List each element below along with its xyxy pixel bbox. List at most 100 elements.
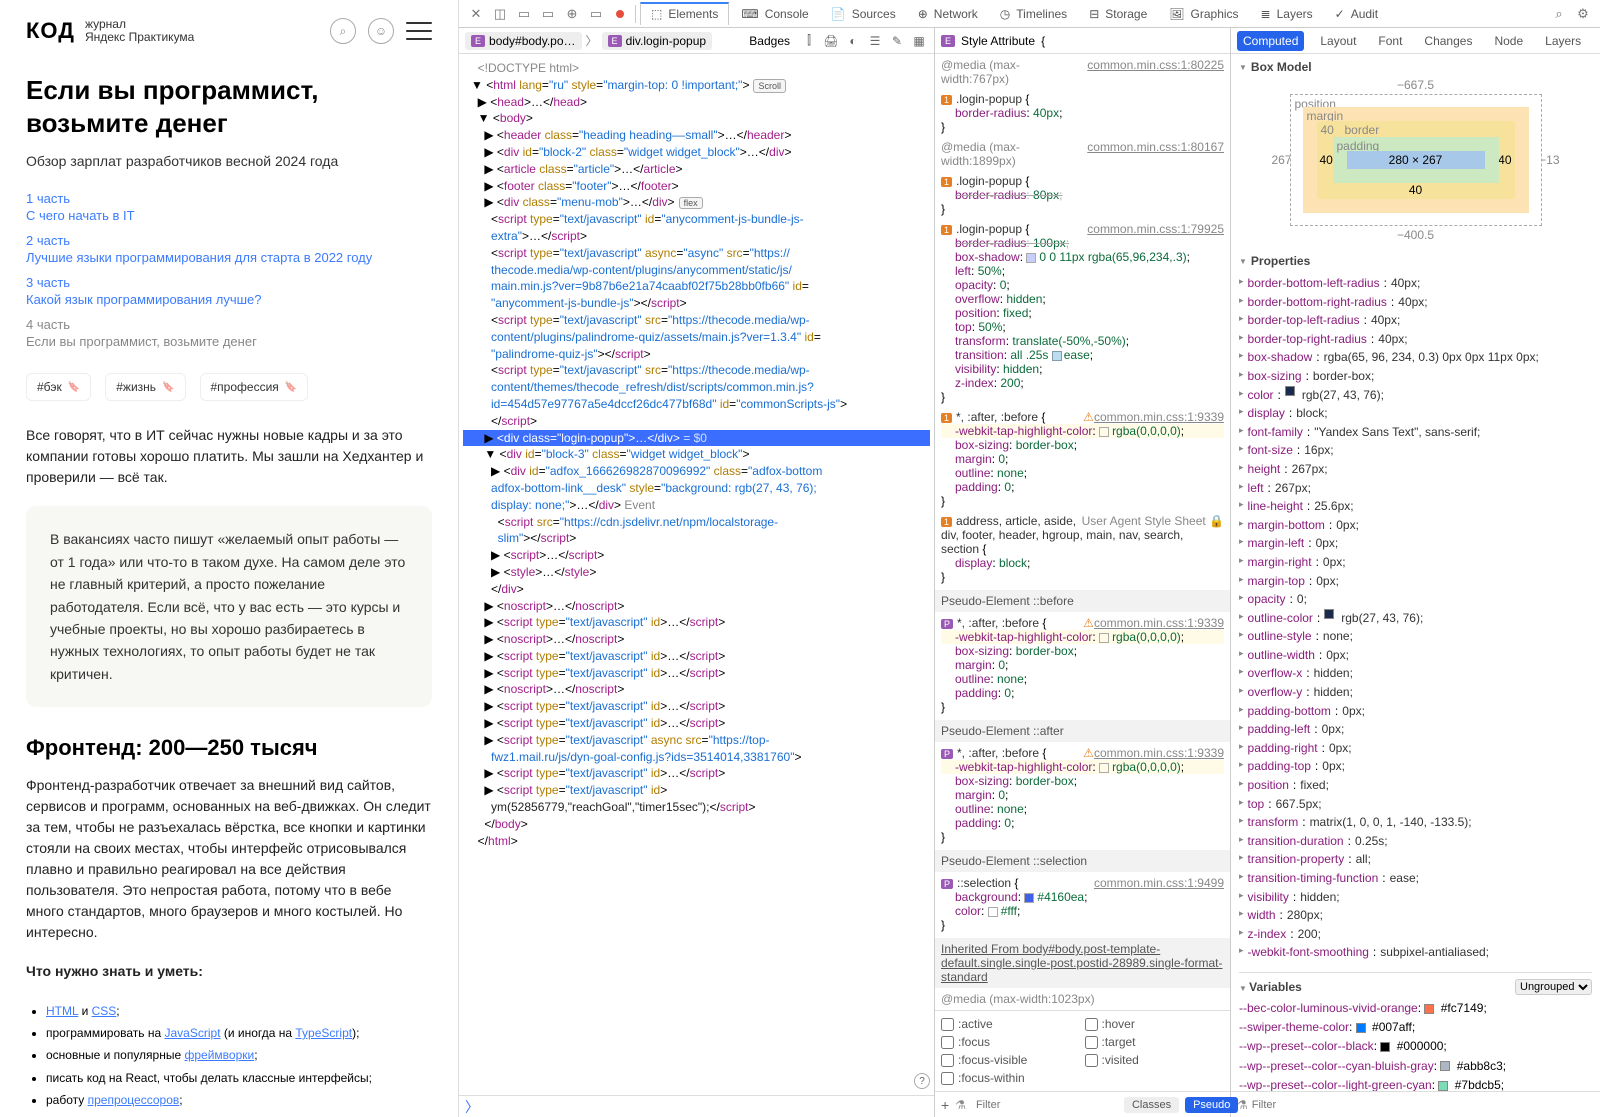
dom-panel: Ebody#body.po… 〉 Ediv.login-popup Badges…: [459, 28, 935, 1117]
help-icon[interactable]: ?: [914, 1073, 930, 1089]
pseudo-focus-within[interactable]: :focus-within: [941, 1071, 1081, 1085]
error-badge[interactable]: [609, 3, 631, 25]
tab-layers[interactable]: ≣Layers: [1251, 3, 1323, 25]
link[interactable]: TypeScript: [295, 1026, 352, 1040]
logo-subtitle: журналЯндекс Практикума: [85, 18, 194, 44]
toc-link[interactable]: С чего начать в IT: [26, 208, 432, 223]
styles-filter-input[interactable]: [976, 1099, 1118, 1111]
toc-part[interactable]: 1 часть: [26, 191, 432, 206]
computed-tab-font[interactable]: Font: [1372, 31, 1408, 51]
tab-timelines[interactable]: ◷Timelines: [990, 3, 1077, 25]
toc-link-current: Если вы программист, возьмите денег: [26, 334, 432, 349]
inherited-from[interactable]: Inherited From body#body.post-template-d…: [935, 938, 1230, 988]
print-icon[interactable]: 🖨: [822, 32, 840, 50]
filter-icon: ⚗: [955, 1098, 966, 1112]
search-icon[interactable]: ⌕: [1548, 3, 1570, 25]
toc-part[interactable]: 2 часть: [26, 233, 432, 248]
pseudo-active[interactable]: :active: [941, 1017, 1081, 1031]
pseudo-states: :active :hover :focus :target :focus-vis…: [935, 1010, 1230, 1091]
profile-icon[interactable]: ☺: [368, 18, 394, 44]
variables-title[interactable]: Variables: [1239, 980, 1302, 994]
composite-icon[interactable]: ▦: [910, 32, 928, 50]
breadcrumb[interactable]: Ediv.login-popup: [602, 32, 713, 50]
list-title: Что нужно знать и уметь:: [26, 961, 432, 982]
devtools-toolbar: ✕ ◫ ▭ ▭ ⊕ ▭ ⬚Elements ⌨Console 📄Sources …: [459, 0, 1600, 28]
dark-mode-icon[interactable]: ◐: [844, 32, 862, 50]
link[interactable]: HTML: [46, 1004, 78, 1018]
toc-link[interactable]: Какой язык программирования лучше?: [26, 292, 432, 307]
tab-sources[interactable]: 📄Sources: [821, 3, 906, 25]
filter-icon: ⚗: [1237, 1098, 1248, 1112]
computed-tab-layout[interactable]: Layout: [1314, 31, 1362, 51]
classes-toggle[interactable]: Classes: [1124, 1097, 1179, 1113]
dock-left-icon[interactable]: ◫: [489, 3, 511, 25]
list-item: HTML и CSS;: [46, 1000, 432, 1022]
link[interactable]: препроцессоров: [88, 1093, 180, 1107]
site-logo[interactable]: КОД журналЯндекс Практикума: [26, 18, 194, 44]
toc-part[interactable]: 3 часть: [26, 275, 432, 290]
computed-tab-layers[interactable]: Layers: [1539, 31, 1587, 51]
computed-panel: Computed Layout Font Changes Node Layers…: [1231, 28, 1600, 1117]
properties-title[interactable]: Properties: [1239, 254, 1592, 268]
toc-link[interactable]: Лучшие языки программирования для старта…: [26, 250, 432, 265]
close-icon[interactable]: ✕: [465, 3, 487, 25]
tab-network[interactable]: ⊕Network: [908, 3, 988, 25]
tag[interactable]: #бэк: [26, 373, 91, 401]
devtools-body: Ebody#body.po… 〉 Ediv.login-popup Badges…: [459, 28, 1600, 1117]
devtools: ✕ ◫ ▭ ▭ ⊕ ▭ ⬚Elements ⌨Console 📄Sources …: [459, 0, 1600, 1117]
list-item: работу препроцессоров;: [46, 1089, 432, 1111]
badges-button[interactable]: Badges: [743, 32, 796, 50]
pseudo-visited[interactable]: :visited: [1085, 1053, 1225, 1067]
box-model-title[interactable]: Box Model: [1239, 60, 1592, 74]
list-item: программировать на JavaScript (и иногда …: [46, 1022, 432, 1044]
add-rule-icon[interactable]: +: [941, 1097, 949, 1113]
pseudo-target[interactable]: :target: [1085, 1035, 1225, 1049]
styles-body[interactable]: common.min.css:1:80225@media (max-width:…: [935, 54, 1230, 1010]
settings-icon[interactable]: ⚙: [1572, 3, 1594, 25]
computed-tab-changes[interactable]: Changes: [1418, 31, 1478, 51]
breadcrumb[interactable]: Ebody#body.po…: [465, 32, 582, 50]
inspect-icon[interactable]: ▭: [585, 3, 607, 25]
link[interactable]: CSS: [92, 1004, 117, 1018]
header-actions: ⌕ ☺: [330, 18, 432, 44]
tab-storage[interactable]: ⊟Storage: [1079, 3, 1157, 25]
computed-filter-input[interactable]: [1252, 1099, 1594, 1111]
paint-icon[interactable]: ✎: [888, 32, 906, 50]
accessibility-icon[interactable]: ☰: [866, 32, 884, 50]
tab-elements[interactable]: ⬚Elements: [640, 2, 729, 25]
menu-icon[interactable]: [406, 22, 432, 40]
computed-tab-node[interactable]: Node: [1488, 31, 1529, 51]
styles-header: EStyle Attribute {: [935, 28, 1230, 54]
tab-audit[interactable]: ✓Audit: [1325, 3, 1388, 25]
dock-bottom-icon[interactable]: ▭: [513, 3, 535, 25]
section-paragraph: Фронтенд-разработчик отвечает за внешний…: [26, 775, 432, 943]
toc-part-current: 4 часть: [26, 317, 432, 332]
search-icon[interactable]: ⌕: [330, 18, 356, 44]
logo-text: КОД: [26, 18, 75, 44]
properties-list: border-bottom-left-radius: 40px;border-b…: [1239, 274, 1592, 962]
style-attribute-label: Style Attribute: [961, 34, 1035, 48]
layout-icon[interactable]: ⫿: [800, 32, 818, 50]
computed-body[interactable]: Box Model −667.5 −400.5 267 −13 position…: [1231, 54, 1600, 1091]
tag[interactable]: #жизнь: [105, 373, 185, 401]
pseudo-focus[interactable]: :focus: [941, 1035, 1081, 1049]
dom-footer[interactable]: 〉: [459, 1095, 934, 1117]
section-heading: Фронтенд: 200—250 тысяч: [26, 735, 432, 761]
link[interactable]: фреймворки: [185, 1048, 255, 1062]
skills-list: HTML и CSS; программировать на JavaScrip…: [26, 1000, 432, 1111]
computed-tab-computed[interactable]: Computed: [1237, 31, 1304, 51]
dock-right-icon[interactable]: ▭: [537, 3, 559, 25]
table-of-contents: 1 часть С чего начать в IT 2 часть Лучши…: [26, 191, 432, 349]
list-item: основные и популярные фреймворки;: [46, 1044, 432, 1066]
link[interactable]: JavaScript: [165, 1026, 221, 1040]
tab-console[interactable]: ⌨Console: [731, 3, 818, 25]
variables-grouping[interactable]: Ungrouped: [1515, 979, 1592, 995]
target-icon[interactable]: ⊕: [561, 3, 583, 25]
pseudo-focus-visible[interactable]: :focus-visible: [941, 1053, 1081, 1067]
article-title: Если вы программист, возьмите денег: [26, 74, 432, 139]
dom-source[interactable]: <!DOCTYPE html> ▼ <html lang="ru" style=…: [459, 54, 934, 1095]
computed-tabs: Computed Layout Font Changes Node Layers: [1231, 28, 1600, 54]
tag[interactable]: #профессия: [200, 373, 309, 401]
tab-graphics[interactable]: 🖼Graphics: [1159, 3, 1248, 25]
pseudo-hover[interactable]: :hover: [1085, 1017, 1225, 1031]
